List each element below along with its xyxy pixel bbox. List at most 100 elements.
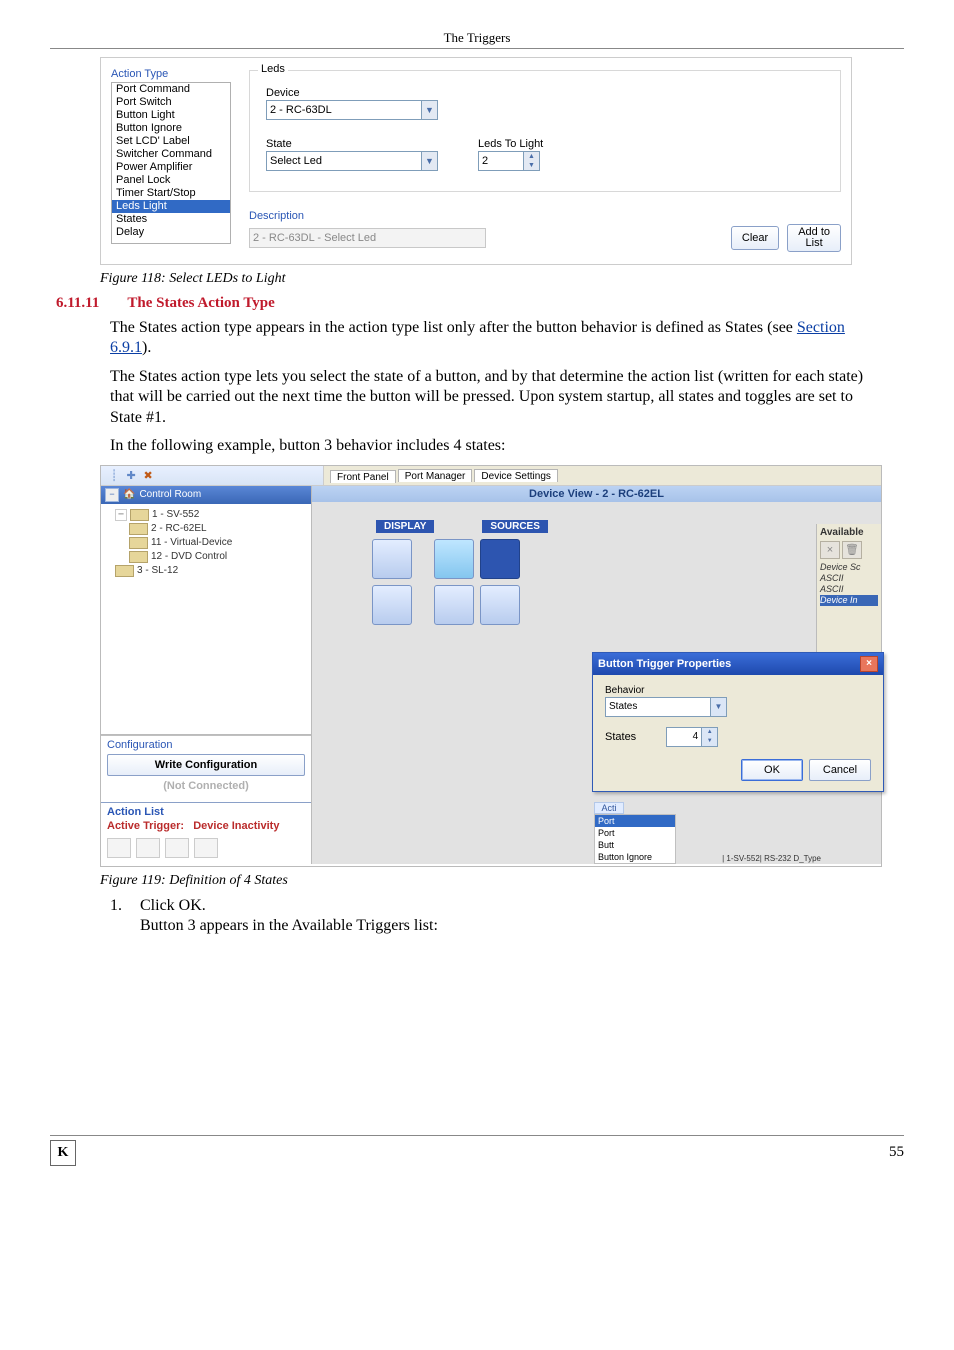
clear-button[interactable]: Clear	[731, 226, 779, 250]
hw-button[interactable]	[434, 585, 474, 625]
action-type-item[interactable]: Panel Lock	[112, 174, 230, 187]
close-icon[interactable]: ×	[860, 656, 878, 672]
para1-text-a: The States action type appears in the ac…	[110, 319, 797, 336]
chevron-down-icon[interactable]: ▼	[421, 101, 437, 119]
action-type-item-selected[interactable]: Leds Light	[112, 200, 230, 213]
action-type-item[interactable]: Power Amplifier	[112, 161, 230, 174]
al-tool-icon[interactable]	[194, 838, 218, 858]
tree-root[interactable]: 1 - SV-552	[152, 508, 199, 522]
add-icon[interactable]: ✚	[124, 469, 138, 482]
para1-text-b: ).	[142, 339, 151, 356]
device-view-title: Device View - 2 - RC-62EL	[312, 486, 881, 502]
paragraph-2: The States action type lets you select t…	[110, 367, 874, 428]
action-type-item[interactable]: Button Light	[112, 109, 230, 122]
tree-toggle-icon[interactable]: −	[115, 509, 127, 521]
available-list: Device Sc ASCII ASCII Device In	[820, 562, 878, 606]
al-tool-icon[interactable]	[107, 838, 131, 858]
hw-button-selected[interactable]	[480, 539, 520, 579]
state-combo-value: Select Led	[267, 155, 421, 167]
step-down-icon[interactable]: ▼	[702, 737, 717, 746]
action-type-item[interactable]: Port Command	[112, 83, 230, 96]
hw-button[interactable]	[434, 539, 474, 579]
hw-button[interactable]	[372, 585, 412, 625]
tree-collapse-icon[interactable]: −	[105, 488, 119, 502]
available-trash-icon[interactable]: 🗑	[842, 541, 862, 559]
paragraph-1: The States action type appears in the ac…	[110, 318, 874, 359]
action-list-panel: Action List Active Trigger: Device Inact…	[101, 802, 311, 864]
delete-icon[interactable]: ✖	[141, 469, 155, 482]
action-type-label: Action Type	[111, 68, 231, 80]
step-text: Click OK.	[140, 897, 206, 915]
available-item[interactable]: ASCII	[820, 573, 878, 584]
add-to-list-button[interactable]: Add to List	[787, 224, 841, 252]
behavior-label: Behavior	[605, 685, 871, 696]
ok-button[interactable]: OK	[741, 759, 803, 781]
bottom-item[interactable]: Port	[595, 815, 675, 827]
numbered-steps: 1. Click OK. Button 3 appears in the Ava…	[110, 897, 904, 935]
cancel-button[interactable]: Cancel	[809, 759, 871, 781]
step-up-icon[interactable]: ▲	[524, 152, 539, 161]
bottom-item[interactable]: Port	[595, 827, 675, 839]
behavior-value: States	[606, 701, 710, 712]
states-label: States	[605, 731, 636, 743]
action-type-list[interactable]: Port Command Port Switch Button Light Bu…	[111, 82, 231, 244]
page-number: 55	[889, 1144, 904, 1161]
action-type-item[interactable]: Button Ignore	[112, 122, 230, 135]
chevron-down-icon[interactable]: ▼	[421, 152, 437, 170]
tab-port-manager[interactable]: Port Manager	[398, 469, 473, 482]
hw-button[interactable]	[372, 539, 412, 579]
behavior-select[interactable]: States ▼	[605, 697, 727, 717]
leds-to-light-value: 2	[479, 152, 523, 170]
bottom-tab[interactable]: Acti	[594, 802, 624, 814]
step-subtext: Button 3 appears in the Available Trigge…	[140, 917, 904, 935]
tree-title-label: Control Room	[139, 489, 201, 500]
tab-device-settings[interactable]: Device Settings	[474, 469, 557, 482]
step-down-icon[interactable]: ▼	[524, 161, 539, 170]
leds-fieldset: Leds Device 2 - RC-63DL ▼ State Select L…	[249, 70, 841, 192]
write-configuration-button[interactable]: Write Configuration	[107, 754, 305, 776]
bottom-item[interactable]: Button Ignore	[595, 851, 675, 863]
panel-label-display: DISPLAY	[376, 520, 434, 533]
leds-to-light-label: Leds To Light	[478, 138, 543, 150]
available-item[interactable]: ASCII	[820, 584, 878, 595]
states-value: 4	[667, 728, 701, 746]
leds-to-light-stepper[interactable]: 2 ▲ ▼	[478, 151, 540, 171]
top-rule	[50, 48, 904, 49]
available-remove-icon[interactable]: ×	[820, 541, 840, 559]
action-type-item[interactable]: Port Switch	[112, 96, 230, 109]
tree-item[interactable]: 12 - DVD Control	[151, 550, 227, 564]
tree-item[interactable]: 3 - SL-12	[137, 564, 178, 578]
available-title: Available	[820, 527, 878, 538]
device-combo[interactable]: 2 - RC-63DL ▼	[266, 100, 438, 120]
available-item-selected[interactable]: Device In	[820, 595, 878, 606]
tree-title: − 🏠 Control Room	[101, 486, 311, 504]
bottom-item[interactable]: Butt	[595, 839, 675, 851]
figure-118-caption: Figure 118: Select LEDs to Light	[100, 271, 904, 287]
available-item[interactable]: Device Sc	[820, 562, 878, 573]
action-type-item[interactable]: Timer Start/Stop	[112, 187, 230, 200]
hw-button[interactable]	[480, 585, 520, 625]
step-number: 1.	[110, 897, 132, 915]
tree-item[interactable]: 2 - RC-62EL	[151, 522, 207, 536]
action-type-item[interactable]: Switcher Command	[112, 148, 230, 161]
action-type-item[interactable]: Delay	[112, 226, 230, 239]
tree-item[interactable]: 11 - Virtual-Device	[151, 536, 232, 550]
select-leds-screenshot: Action Type Port Command Port Switch But…	[100, 57, 852, 265]
states-stepper[interactable]: 4 ▲ ▼	[666, 727, 718, 747]
toolbar-left: ┊ ✚ ✖	[101, 466, 324, 485]
device-label: Device	[266, 87, 826, 99]
device-icon	[130, 509, 149, 521]
tree-room-icon: 🏠	[123, 489, 135, 500]
description-label: Description	[249, 210, 841, 222]
toolbar-vsep-icon: ┊	[107, 469, 121, 482]
al-tool-icon[interactable]	[165, 838, 189, 858]
chevron-down-icon[interactable]: ▼	[710, 698, 726, 716]
action-type-item[interactable]: Set LCD' Label	[112, 135, 230, 148]
configuration-label: Configuration	[107, 739, 305, 751]
state-combo[interactable]: Select Led ▼	[266, 151, 438, 171]
device-icon	[115, 565, 134, 577]
action-type-item[interactable]: States	[112, 213, 230, 226]
step-up-icon[interactable]: ▲	[702, 728, 717, 737]
al-tool-icon[interactable]	[136, 838, 160, 858]
tab-front-panel[interactable]: Front Panel	[330, 470, 396, 483]
